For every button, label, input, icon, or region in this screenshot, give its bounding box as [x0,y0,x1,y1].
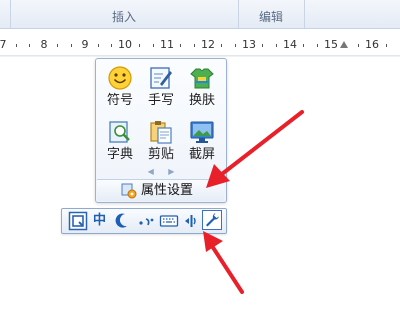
handwriting-icon [150,67,172,89]
ime-tool-palette: 符号 手写 换肤 字典 剪贴 截屏 ◀ ▶ 属性设置 [95,58,227,203]
ruler-number: 8 [40,38,48,51]
tool-label: 换肤 [188,93,215,108]
screenshot-icon [190,121,214,143]
palette-pager: ◀ ▶ [96,166,226,178]
arrow-to-toolbox-icon [203,231,244,294]
tool-label: 符号 [106,93,133,108]
ruler-tick [98,44,99,47]
ruler-tick [180,44,181,47]
ruler-tick [153,44,154,47]
ruler-tick [276,44,277,47]
tool-label: 剪贴 [147,147,174,162]
punctuation-icon [139,218,154,226]
half-width-toggle[interactable] [113,211,131,231]
ribbon-bar: 插入 编辑 [0,0,400,29]
ruler-tick [317,44,318,47]
ruler-number: 15 [324,38,338,51]
smiley-icon [108,66,132,90]
properties-settings-label: 属性设置 [141,183,194,198]
punctuation-toggle[interactable] [136,211,156,231]
ruler-tick [262,44,263,47]
voice-icon [185,215,196,227]
ruler-number: 13 [242,38,256,51]
ruler-baseline [0,55,400,56]
ruler-tick [194,44,195,47]
tool-clipboard-button[interactable]: 剪贴 [141,113,181,163]
pager-prev-button[interactable]: ◀ [148,167,154,176]
tool-dictionary-button[interactable]: 字典 [100,113,140,163]
wrench-icon [206,213,219,227]
tool-screenshot-button[interactable]: 截屏 [182,113,222,163]
settings-gear-icon [121,183,137,199]
pager-next-button[interactable]: ▶ [168,167,174,176]
ruler-tick [386,44,387,47]
ruler-tick [71,44,72,47]
ruler-number: 7 [0,38,7,51]
ruler-tick [358,44,359,47]
ime-logo-button[interactable] [68,211,88,231]
ruler-tick [111,44,112,47]
soft-keyboard-button[interactable] [159,211,179,231]
clipboard-icon [150,121,172,144]
ruler-number: 14 [283,38,297,51]
ribbon-separator [304,0,305,28]
ribbon-group-edit: 编辑 [238,0,304,28]
ribbon-group-insert: 插入 [10,0,238,28]
keyboard-icon [159,215,179,227]
toolbox-button[interactable] [202,210,222,230]
ruler-tick [16,44,17,47]
ruler-tick [303,44,304,47]
ruler-number: 10 [118,38,132,51]
ruler-indent-marker[interactable] [340,41,348,48]
ruler-number: 9 [81,38,89,51]
dictionary-icon [109,121,130,143]
ruler-tick [235,44,236,47]
tool-label: 截屏 [188,147,215,162]
tool-label: 手写 [147,93,174,108]
voice-input-button[interactable] [181,211,199,231]
ruler-number: 12 [201,38,215,51]
skin-shirt-icon [190,68,214,89]
ruler-tick [139,44,140,47]
ruler-tick [29,44,30,47]
ribbon-group-edit-label: 编辑 [258,10,283,24]
ruler-number: 16 [365,38,379,51]
ruler-tick [221,44,222,47]
tool-handwriting-button[interactable]: 手写 [141,59,181,109]
ribbon-group-insert-label: 插入 [111,10,136,24]
ime-status-bar: 中 [61,208,227,234]
tool-skin-button[interactable]: 换肤 [182,59,222,109]
ruler-number: 11 [160,38,174,51]
tool-label: 字典 [106,147,133,162]
ime-logo-icon [68,211,88,231]
horizontal-ruler[interactable]: 7 8 9 10 11 12 13 14 15 16 [0,34,400,57]
tool-symbols-button[interactable]: 符号 [100,59,140,109]
properties-settings-button[interactable]: 属性设置 [97,179,224,201]
ruler-tick [57,44,58,47]
chinese-mode-toggle[interactable]: 中 [93,211,109,231]
moon-icon [115,213,127,228]
